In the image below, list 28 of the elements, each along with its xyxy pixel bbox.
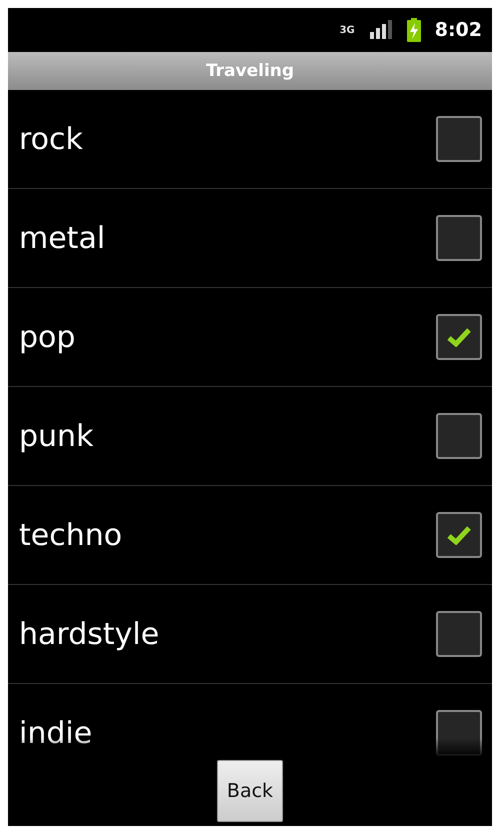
battery-charging-icon bbox=[406, 18, 421, 42]
checkbox[interactable] bbox=[436, 215, 482, 261]
item-label: rock bbox=[19, 122, 83, 156]
checkbox[interactable] bbox=[436, 611, 482, 657]
signal-icon bbox=[368, 20, 393, 40]
item-label: metal bbox=[19, 220, 106, 256]
list-item[interactable]: punk bbox=[8, 387, 492, 486]
checkmark-icon bbox=[446, 327, 472, 347]
list-item[interactable]: pop bbox=[8, 288, 492, 387]
clock-time: 8:02 bbox=[434, 19, 482, 41]
checkbox[interactable] bbox=[436, 116, 482, 162]
item-label: techno bbox=[19, 518, 122, 552]
list-item[interactable]: rock bbox=[8, 90, 492, 189]
list-item[interactable]: metal bbox=[8, 189, 492, 288]
checkbox[interactable] bbox=[436, 512, 482, 558]
checkbox[interactable] bbox=[436, 710, 482, 756]
checkbox[interactable] bbox=[436, 413, 482, 459]
item-label: punk bbox=[19, 418, 94, 454]
list-item[interactable]: hardstyle bbox=[8, 585, 492, 684]
checkbox[interactable] bbox=[436, 314, 482, 360]
network-type: 3G bbox=[340, 24, 355, 36]
screen-title: Traveling bbox=[206, 61, 294, 81]
list-item[interactable]: techno bbox=[8, 486, 492, 585]
item-label: indie bbox=[19, 716, 92, 750]
item-label: hardstyle bbox=[19, 616, 160, 652]
checkmark-icon bbox=[446, 525, 472, 545]
item-label: pop bbox=[19, 320, 76, 354]
back-button[interactable]: Back bbox=[217, 760, 283, 822]
